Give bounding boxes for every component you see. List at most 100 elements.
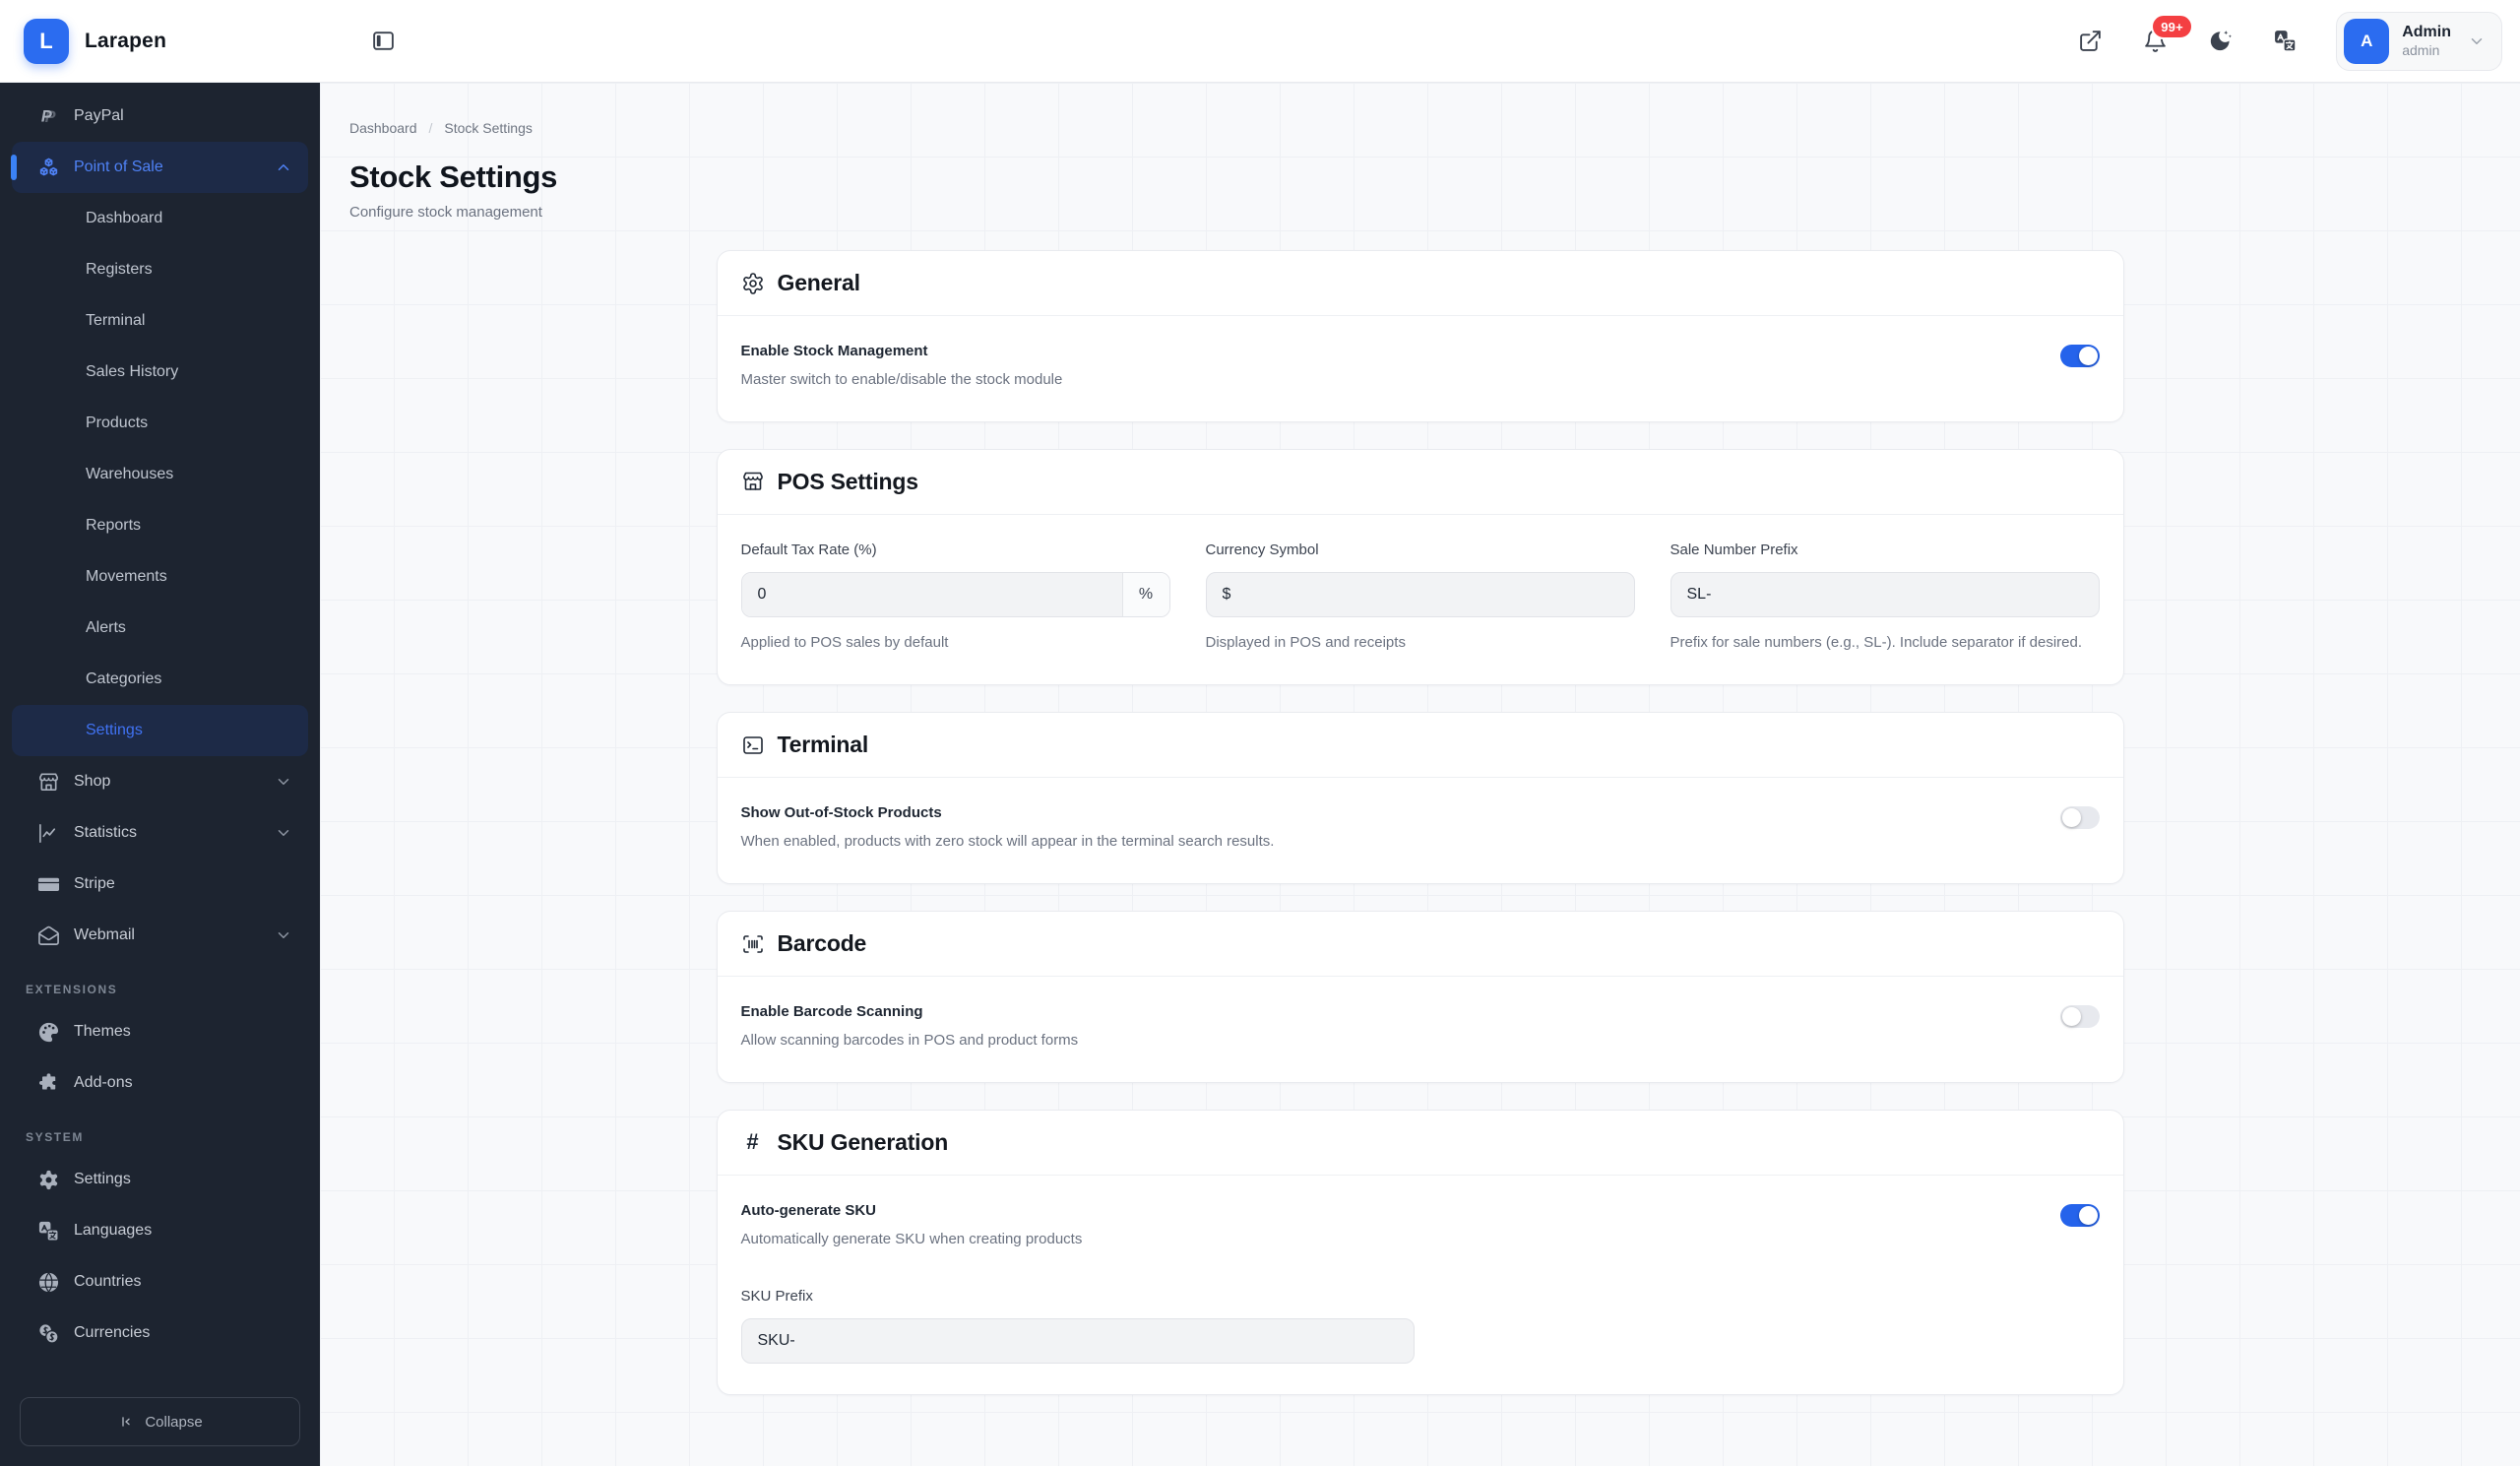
user-name: Admin [2402, 23, 2451, 40]
field-label: Sale Number Prefix [1670, 541, 1798, 558]
card-terminal: Terminal Show Out-of-Stock Products When… [716, 712, 2124, 884]
chevron-up-icon [275, 159, 292, 176]
translate-icon [37, 1220, 60, 1243]
sidebar-subitem-reports[interactable]: Reports [12, 500, 308, 551]
sidebar-item-settings[interactable]: Settings [12, 1154, 308, 1205]
sidebar-subitem-sales-history[interactable]: Sales History [12, 347, 308, 398]
card-title: Barcode [777, 930, 867, 956]
card-title: SKU Generation [777, 1128, 949, 1155]
sidebar-item-label: Terminal [86, 312, 146, 329]
field-label: SKU Prefix [740, 1287, 813, 1305]
paypal-icon: PP [37, 105, 60, 128]
dark-mode-button[interactable] [2200, 22, 2239, 61]
sidebar-item-themes[interactable]: Themes [12, 1006, 308, 1057]
sidebar-item-label: Stripe [74, 875, 115, 892]
sidebar-subitem-products[interactable]: Products [12, 398, 308, 449]
field-sku-prefix: SKU Prefix [740, 1287, 2100, 1364]
sale-number-prefix-input[interactable] [1670, 571, 2100, 617]
sidebar-item-currencies[interactable]: Currencies [12, 1307, 308, 1359]
sidebar-item-addons[interactable]: Add-ons [12, 1057, 308, 1109]
card-barcode-body: Enable Barcode Scanning Allow scanning b… [718, 977, 2123, 1082]
sidebar-item-stripe[interactable]: Stripe [12, 859, 308, 910]
sidebar: L Larapen PP PayPal Point of Sale Dashbo… [0, 0, 320, 1466]
card-barcode: Barcode Enable Barcode Scanning Allow sc… [716, 911, 2124, 1083]
breadcrumb-current: Stock Settings [444, 120, 533, 136]
sidebar-subitem-warehouses[interactable]: Warehouses [12, 449, 308, 500]
sidebar-item-point-of-sale[interactable]: Point of Sale [12, 142, 308, 193]
sidebar-item-label: Webmail [74, 926, 135, 943]
sidebar-subitem-movements[interactable]: Movements [12, 551, 308, 603]
sidebar-item-label: PayPal [74, 107, 124, 124]
setting-label: Enable Stock Management [740, 343, 928, 359]
terminal-icon [742, 735, 763, 754]
currency-symbol-input[interactable] [1205, 571, 1635, 617]
page-subtitle: Configure stock management [349, 204, 542, 221]
store-icon [742, 472, 763, 491]
sidebar-item-label: Categories [86, 670, 162, 687]
card-general-body: Enable Stock Management Master switch to… [718, 316, 2123, 421]
setting-help: Allow scanning barcodes in POS and produ… [740, 1032, 1079, 1049]
enable-barcode-scanning-toggle[interactable] [2059, 1005, 2100, 1028]
sidebar-subitem-alerts[interactable]: Alerts [12, 603, 308, 654]
user-meta: Admin admin [2402, 23, 2451, 60]
notifications-button[interactable]: 99+ [2135, 13, 2193, 61]
chevron-down-icon [275, 773, 292, 791]
sidebar-item-label: Warehouses [86, 466, 174, 482]
setting-label: Show Out-of-Stock Products [740, 804, 942, 822]
sidebar-item-statistics[interactable]: Statistics [12, 807, 308, 859]
boxes-icon [37, 157, 60, 179]
sidebar-item-label: Countries [74, 1273, 142, 1290]
field-help: Applied to POS sales by default [740, 633, 949, 651]
sidebar-section-extensions: EXTENSIONS [26, 983, 118, 996]
sidebar-subitem-settings[interactable]: Settings [12, 705, 308, 756]
card-general-header: General [718, 251, 2123, 315]
sidebar-item-countries[interactable]: Countries [12, 1256, 308, 1307]
sidebar-subitem-terminal[interactable]: Terminal [12, 295, 308, 347]
mail-icon [37, 924, 60, 947]
store-icon [37, 771, 60, 794]
sidebar-item-paypal[interactable]: PP PayPal [12, 91, 308, 142]
sidebar-subitem-registers[interactable]: Registers [12, 244, 308, 295]
palette-icon [37, 1021, 60, 1044]
sidebar-item-shop[interactable]: Shop [12, 756, 308, 807]
show-out-of-stock-toggle[interactable] [2059, 806, 2100, 830]
sidebar-item-languages[interactable]: Languages [12, 1205, 308, 1256]
collapse-icon [122, 1417, 130, 1427]
sidebar-subitem-dashboard[interactable]: Dashboard [12, 193, 308, 244]
sidebar-item-label: Add-ons [74, 1074, 133, 1091]
content: Dashboard / Stock Settings Stock Setting… [320, 83, 2520, 1466]
setting-label: Enable Barcode Scanning [740, 1003, 923, 1020]
setting-label: Auto-generate SKU [740, 1201, 877, 1219]
sidebar-item-webmail[interactable]: Webmail [12, 910, 308, 961]
setting-help: Master switch to enable/disable the stoc… [740, 371, 1063, 388]
default-tax-rate-input[interactable] [741, 572, 1122, 616]
app-root: L Larapen PP PayPal Point of Sale Dashbo… [0, 0, 2520, 1466]
collapse-sidebar-button[interactable]: Collapse [20, 1397, 300, 1446]
sidebar-item-label: Sales History [86, 363, 179, 380]
sidebar-footer: Collapse [0, 1383, 320, 1466]
sidebar-item-label: Settings [74, 1171, 131, 1187]
sidebar-item-label: Themes [74, 1023, 131, 1040]
percent-suffix: % [1121, 572, 1169, 616]
external-link-button[interactable] [2070, 22, 2110, 61]
card-title: POS Settings [777, 468, 918, 494]
sidebar-item-label: Dashboard [86, 210, 163, 226]
sku-prefix-input[interactable] [740, 1317, 1415, 1364]
field-currency-symbol: Currency Symbol Displayed in POS and rec… [1205, 542, 1635, 655]
field-help: Prefix for sale numbers (e.g., SL-). Inc… [1670, 633, 2083, 651]
sidebar-subitem-categories[interactable]: Categories [12, 654, 308, 705]
card-title: Terminal [777, 732, 869, 758]
notification-badge: 99+ [2151, 13, 2193, 39]
card-terminal-body: Show Out-of-Stock Products When enabled,… [718, 778, 2123, 883]
language-switch-button[interactable] [2265, 22, 2304, 61]
toggle-sidebar-button[interactable] [363, 22, 403, 61]
sidebar-item-label: Reports [86, 517, 142, 534]
chevron-down-icon [275, 824, 292, 842]
main-area: 99+ A Admin admin Dashboard / Stock Sett… [320, 0, 2520, 1466]
sidebar-item-label: Movements [86, 568, 167, 585]
field-help: Displayed in POS and receipts [1205, 633, 1406, 651]
enable-stock-management-toggle[interactable] [2059, 345, 2100, 367]
breadcrumb-dashboard[interactable]: Dashboard [349, 120, 417, 136]
auto-generate-sku-toggle[interactable] [2059, 1203, 2100, 1227]
user-menu[interactable]: A Admin admin [2336, 11, 2502, 71]
